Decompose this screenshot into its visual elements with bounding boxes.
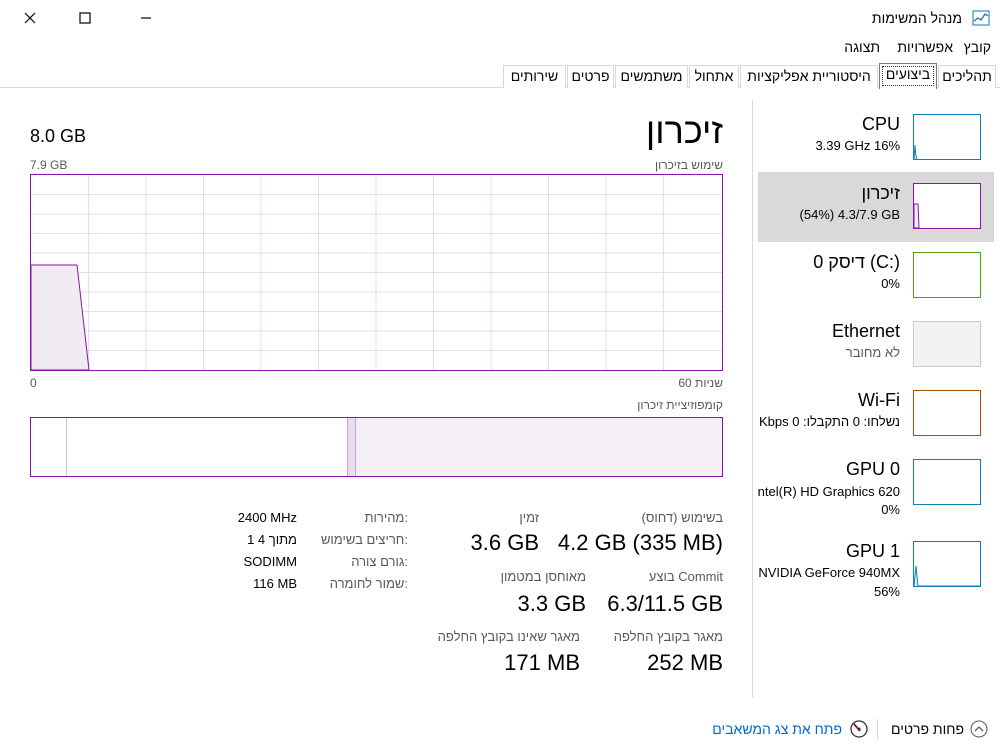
chevron-up-circle-icon	[970, 720, 988, 738]
maximize-button[interactable]	[62, 0, 108, 36]
cpu-thumbnail	[913, 114, 981, 160]
composition-standby	[356, 418, 722, 476]
nonpaged-pool-label: מאגר שאינו בקובץ החלפה	[437, 629, 580, 644]
paged-pool-value: 252 MB	[647, 650, 723, 675]
in-use-value: 4.2 GB (335 MB)	[557, 530, 723, 555]
sidebar-item-wifi[interactable]: Wi-Fi נשלחו: 0 התקבלו: 0 Kbps	[758, 379, 994, 449]
graph-time-right: 0	[30, 376, 37, 390]
open-resource-monitor-link[interactable]: פתח את צג המשאבים	[712, 720, 868, 738]
sidebar-item-sub: Intel(R) HD Graphics 620	[758, 484, 900, 499]
available-value: 3.6 GB	[470, 530, 539, 555]
available-label: זמין	[519, 510, 539, 525]
cached-label: מאוחסן במטמון	[500, 569, 586, 584]
resource-monitor-icon	[850, 720, 868, 738]
gpu1-thumbnail	[913, 541, 981, 587]
sidebar-item-sub: (54%) 4.3/7.9 GB	[799, 207, 900, 222]
speed-value: 2400 MHz	[237, 510, 297, 525]
paged-pool-label: מאגר בקובץ החלפה	[613, 629, 723, 644]
menu-view[interactable]: תצוגה	[844, 39, 880, 55]
tab-startup[interactable]: אתחול	[689, 65, 739, 88]
memory-usage-area	[31, 264, 90, 370]
sidebar-item-sub2: 56%	[873, 584, 900, 599]
in-use-label: בשימוש (דחוס)	[641, 510, 723, 525]
sidebar-item-ethernet[interactable]: Ethernet לא מחובר	[758, 310, 994, 380]
composition-modified	[347, 418, 356, 476]
minimize-icon	[141, 17, 151, 19]
sidebar-item-label: GPU 1	[845, 541, 900, 561]
nonpaged-pool-value: 171 MB	[504, 650, 580, 675]
footer-divider	[877, 719, 878, 739]
sidebar-item-gpu1[interactable]: GPU 1 NVIDIA GeForce 940MX 56%	[758, 530, 994, 600]
sidebar-item-label: זיכרון	[861, 183, 900, 203]
sidebar-item-sub: לא מחובר	[845, 345, 900, 360]
tab-processes[interactable]: תהליכים	[938, 65, 996, 88]
sidebar-item-sub2: 0%	[881, 502, 900, 517]
sidebar-item-sub: NVIDIA GeForce 940MX	[758, 565, 900, 580]
cached-value: 3.3 GB	[517, 591, 586, 616]
reserved-label: שמור לחומרה:	[329, 576, 408, 591]
sidebar-item-label: Ethernet	[831, 321, 900, 341]
form-factor-value: SODIMM	[243, 554, 297, 569]
fewer-details-link[interactable]: פחות פרטים	[891, 720, 988, 738]
memory-total: 8.0 GB	[30, 126, 87, 146]
tab-details[interactable]: פרטים	[567, 65, 614, 88]
close-icon	[24, 12, 36, 24]
close-button[interactable]	[7, 0, 53, 36]
open-resource-monitor-label: פתח את צג המשאבים	[712, 721, 842, 737]
speed-label: מהירות:	[364, 510, 408, 525]
page-title: זיכרון	[645, 110, 723, 151]
sidebar-item-memory[interactable]: זיכרון (54%) 4.3/7.9 GB	[758, 172, 994, 242]
disk-thumbnail	[913, 252, 981, 298]
memory-composition-bar	[30, 417, 723, 477]
tab-users[interactable]: משתמשים	[615, 65, 688, 88]
ethernet-thumbnail	[913, 321, 981, 367]
composition-label: קומפוזיציית זיכרון	[637, 398, 723, 412]
slots-label: חריצים בשימוש:	[320, 532, 408, 547]
app-icon	[972, 10, 990, 26]
memory-usage-graph	[30, 174, 723, 371]
sidebar-item-gpu0[interactable]: GPU 0 Intel(R) HD Graphics 620 0%	[758, 448, 994, 518]
sidebar-item-sub: 3.39 GHz 16%	[815, 138, 900, 153]
maximize-icon	[79, 12, 91, 24]
fewer-details-label: פחות פרטים	[891, 721, 964, 737]
committed-label: בוצע Commit	[648, 569, 723, 584]
menu-file[interactable]: קובץ	[964, 39, 991, 55]
graph-max: 7.9 GB	[30, 158, 68, 172]
tab-services[interactable]: שירותים	[503, 65, 566, 88]
sidebar-item-label: דיסק 0 (C:)	[813, 252, 900, 272]
graph-time-left: 60 שניות	[678, 376, 723, 390]
slots-value: 1 מתוך 4	[247, 532, 297, 547]
sidebar-item-sub: 0%	[881, 276, 900, 291]
gpu0-thumbnail	[913, 459, 981, 505]
tab-performance[interactable]: ביצועים	[879, 63, 937, 89]
committed-value: 6.3/11.5 GB	[607, 591, 723, 616]
tab-app-history[interactable]: היסטוריית אפליקציות	[740, 65, 878, 88]
window-title: מנהל המשימות	[871, 10, 962, 26]
minimize-button[interactable]	[123, 0, 169, 36]
wifi-thumbnail	[913, 390, 981, 436]
sidebar-divider	[752, 100, 753, 698]
sidebar-item-disk[interactable]: דיסק 0 (C:) 0%	[758, 241, 994, 311]
composition-in-use	[31, 418, 67, 476]
tab-strip: תהליכים ביצועים היסטוריית אפליקציות אתחו…	[0, 63, 1000, 89]
sidebar-item-label: CPU	[861, 114, 900, 134]
graph-label: שימוש בזיכרון	[655, 158, 723, 172]
menu-options[interactable]: אפשרויות	[897, 39, 953, 55]
memory-thumbnail	[913, 183, 981, 229]
form-factor-label: גורם צורה:	[351, 554, 408, 569]
sidebar-item-cpu[interactable]: CPU 3.39 GHz 16%	[758, 103, 994, 173]
sidebar-item-label: GPU 0	[845, 459, 900, 479]
sidebar-item-sub: נשלחו: 0 התקבלו: 0 Kbps	[758, 414, 900, 429]
sidebar-item-label: Wi-Fi	[858, 390, 900, 410]
reserved-value: 116 MB	[253, 576, 297, 591]
